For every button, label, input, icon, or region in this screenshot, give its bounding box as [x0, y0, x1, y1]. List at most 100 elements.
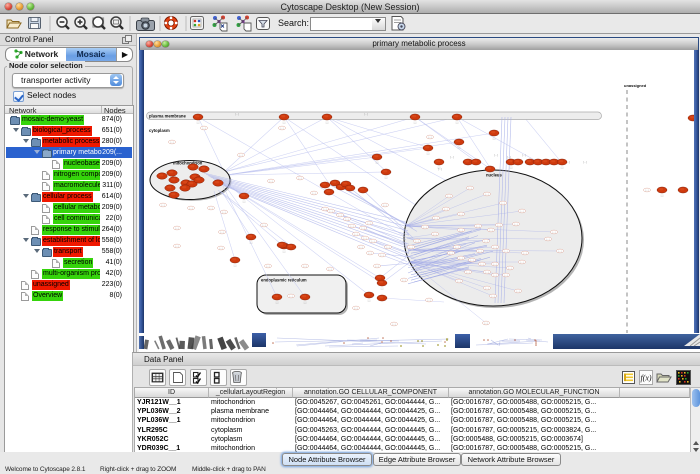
- svg-text:[...]: [...]: [558, 251, 561, 253]
- svg-text:[...]: [...]: [239, 155, 242, 157]
- svg-text:[...]: [...]: [485, 272, 488, 274]
- svg-text:[..]: [..]: [385, 178, 388, 180]
- svg-text:[...]: [...]: [491, 296, 494, 298]
- svg-text:[..]: [..]: [326, 123, 329, 125]
- svg-text:[...]: [...]: [485, 288, 488, 290]
- svg-text:[...]: [...]: [363, 238, 366, 240]
- svg-text:[...]: [...]: [444, 209, 447, 211]
- svg-text:[...]: [...]: [262, 225, 265, 227]
- svg-text:[...]: [...]: [447, 196, 450, 198]
- svg-text:[...]: [...]: [468, 188, 471, 190]
- svg-text:[...]: [...]: [450, 156, 454, 159]
- svg-text:[...]: [...]: [323, 209, 326, 211]
- svg-text:[..]: [..]: [197, 123, 200, 125]
- svg-text:[...]: [...]: [504, 275, 507, 277]
- svg-text:[...]: [...]: [222, 212, 225, 214]
- svg-text:[...]: [...]: [380, 255, 383, 257]
- svg-text:[...]: [...]: [170, 142, 173, 144]
- svg-text:[...]: [...]: [415, 241, 418, 243]
- svg-text:[...]: [...]: [361, 228, 364, 230]
- svg-text:[...]: [...]: [520, 262, 523, 264]
- svg-text:[...]: [...]: [328, 269, 331, 271]
- svg-text:[...]: [...]: [289, 296, 292, 298]
- svg-text:[...]: [...]: [402, 280, 405, 282]
- svg-text:[...]: [...]: [455, 247, 458, 249]
- svg-text:[...]: [...]: [457, 281, 460, 283]
- svg-text:[...]: [...]: [489, 230, 492, 232]
- svg-text:[...]: [...]: [494, 154, 498, 157]
- svg-text:[...]: [...]: [516, 291, 519, 293]
- svg-text:[...]: [...]: [161, 205, 164, 207]
- svg-text:[...]: [...]: [583, 161, 587, 164]
- svg-text:[...]: [...]: [449, 253, 452, 255]
- svg-text:[...]: [...]: [189, 208, 192, 210]
- svg-text:[...]: [...]: [423, 227, 426, 229]
- svg-text:[..]: [..]: [283, 123, 286, 125]
- svg-text:[...]: [...]: [266, 266, 269, 268]
- svg-text:unassigned: unassigned: [624, 83, 647, 88]
- svg-text:[...]: [...]: [175, 228, 178, 230]
- svg-text:[...]: [...]: [497, 225, 500, 227]
- svg-text:[..]: [..]: [304, 303, 307, 305]
- svg-text:[...]: [...]: [501, 203, 504, 205]
- svg-text:[...]: [...]: [476, 226, 479, 228]
- svg-text:[...]: [...]: [386, 247, 389, 249]
- svg-text:[..]: [..]: [283, 252, 286, 254]
- svg-text:[...]: [...]: [478, 251, 481, 253]
- svg-text:plasma membrane: plasma membrane: [149, 114, 186, 119]
- svg-text:[..]: [..]: [510, 168, 513, 170]
- svg-text:[...]: [...]: [427, 300, 430, 302]
- svg-text:[..]: [..]: [458, 148, 461, 150]
- svg-text:[..]: [..]: [234, 266, 237, 268]
- svg-text:[...]: [...]: [329, 211, 332, 213]
- svg-text:[...]: [...]: [523, 253, 526, 255]
- svg-text:[..]: [..]: [368, 301, 371, 303]
- svg-text:[...]: [...]: [433, 234, 436, 236]
- svg-text:[...]: [...]: [350, 226, 353, 228]
- svg-text:[...]: [...]: [175, 246, 178, 248]
- svg-text:[...]: [...]: [514, 224, 517, 226]
- svg-text:[...]: [...]: [364, 113, 368, 116]
- svg-text:[...]: [...]: [359, 247, 362, 249]
- svg-text:[..]: [..]: [456, 123, 459, 125]
- svg-text:[..]: [..]: [376, 163, 379, 165]
- svg-text:[...]: [...]: [508, 268, 511, 270]
- svg-text:[..]: [..]: [243, 202, 246, 204]
- svg-text:[...]: [...]: [520, 211, 523, 213]
- svg-text:[..]: [..]: [561, 168, 564, 170]
- svg-text:[...]: [...]: [298, 178, 301, 180]
- svg-text:[...]: [...]: [303, 266, 306, 268]
- svg-text:[...]: [...]: [375, 266, 378, 268]
- svg-text:[...]: [...]: [219, 248, 222, 250]
- svg-text:[...]: [...]: [354, 234, 357, 236]
- svg-text:[...]: [...]: [480, 264, 483, 266]
- svg-text:mitochondrion: mitochondrion: [173, 161, 203, 166]
- svg-text:[...]: [...]: [459, 230, 462, 232]
- svg-text:[...]: [...]: [269, 181, 272, 183]
- svg-text:[...]: [...]: [522, 154, 526, 157]
- svg-text:[...]: [...]: [354, 308, 357, 310]
- svg-text:[...]: [...]: [484, 323, 487, 325]
- svg-text:[..]: [..]: [414, 123, 417, 125]
- svg-text:[...]: [...]: [507, 156, 511, 159]
- svg-text:[...]: [...]: [485, 194, 488, 196]
- svg-text:[...]: [...]: [368, 253, 371, 255]
- svg-text:[...]: [...]: [552, 232, 555, 234]
- svg-text:[...]: [...]: [392, 324, 395, 326]
- svg-text:[...]: [...]: [202, 128, 205, 130]
- svg-text:[...]: [...]: [428, 137, 431, 139]
- svg-text:[...]: [...]: [470, 260, 473, 262]
- svg-text:[...]: [...]: [235, 113, 239, 116]
- svg-text:[..]: [..]: [276, 303, 279, 305]
- svg-text:[...]: [...]: [434, 218, 437, 220]
- svg-text:[...]: [...]: [484, 241, 487, 243]
- svg-text:[...]: [...]: [371, 241, 374, 243]
- svg-text:[...]: [...]: [345, 219, 348, 221]
- svg-text:[..]: [..]: [427, 154, 430, 156]
- svg-text:[..]: [..]: [493, 139, 496, 141]
- svg-text:[...]: [...]: [493, 247, 496, 249]
- svg-text:[...]: [...]: [546, 239, 549, 241]
- svg-text:[..]: [..]: [661, 196, 664, 198]
- svg-text:[...]: [...]: [367, 223, 370, 225]
- svg-text:[...]: [...]: [383, 205, 386, 207]
